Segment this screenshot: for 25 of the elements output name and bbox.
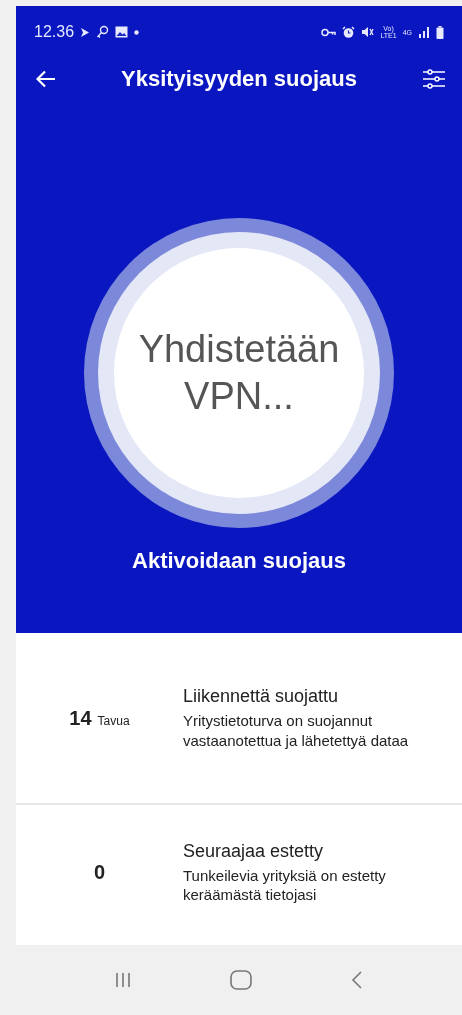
stat-title: Seuraajaa estetty xyxy=(183,840,325,862)
key-icon xyxy=(96,25,110,39)
key-icon xyxy=(321,27,337,37)
signal-icon xyxy=(418,26,430,38)
connection-status: Yhdistetään VPN... xyxy=(137,326,341,419)
recent-apps-icon[interactable] xyxy=(115,972,132,988)
stat-unit: Tavua xyxy=(97,713,130,728)
sliders-icon xyxy=(422,68,446,90)
stat-description: Yritystietoturva on suojannut vastaanotettua ja lähetettyä dataa xyxy=(183,711,410,750)
stat-value: 0 xyxy=(93,861,106,884)
alarm-icon xyxy=(342,25,356,39)
home-icon[interactable] xyxy=(230,970,252,990)
protection-status: Aktivoidaan suojaus xyxy=(131,548,347,574)
status-time: 12.36 xyxy=(34,23,75,41)
back-icon[interactable] xyxy=(350,971,363,989)
image-icon xyxy=(115,26,129,38)
screen-title: Yksityisyyden suojaus xyxy=(120,66,358,92)
back-arrow-icon xyxy=(36,70,56,88)
mute-icon xyxy=(361,26,375,38)
stat-title: Liikennettä suojattu xyxy=(183,686,340,707)
stat-value: 14 xyxy=(69,706,92,730)
stat-description: Tunkeilevia yrityksiä on estetty keräämästä tietojasi xyxy=(183,865,387,905)
dot-icon xyxy=(134,29,140,35)
battery-icon xyxy=(436,25,444,39)
play-icon xyxy=(80,26,91,38)
